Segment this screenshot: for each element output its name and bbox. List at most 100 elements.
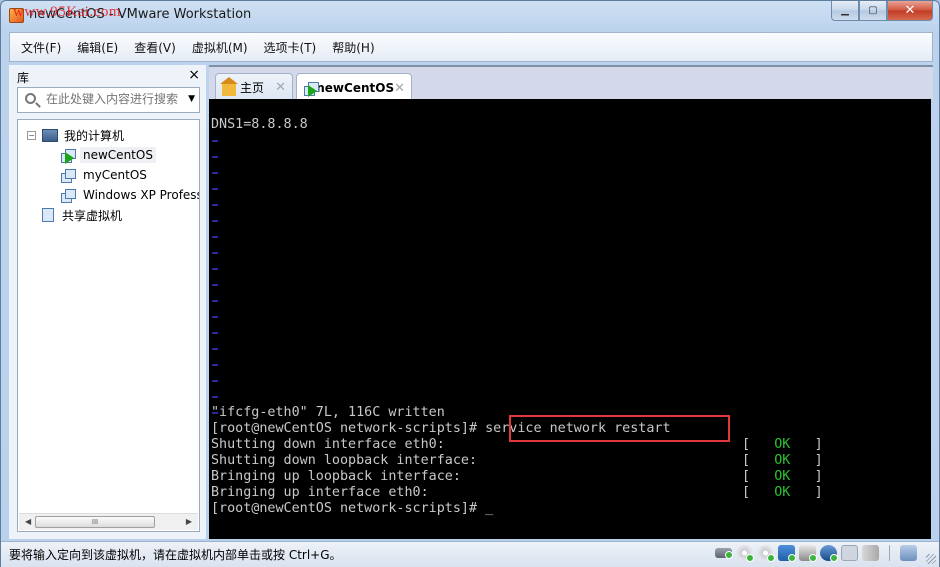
vmware-window: newCentOS - VMware Workstation www.95Kai… — [0, 0, 940, 567]
menu-vm[interactable]: 虚拟机(M) — [184, 39, 256, 56]
menu-tabs[interactable]: 选项卡(T) — [256, 39, 325, 56]
sound-card-icon[interactable] — [820, 545, 838, 562]
console-line: [root@newCentOS network-scripts]# _ — [211, 501, 494, 516]
menu-view[interactable]: 查看(V) — [126, 39, 184, 56]
vi-tilde-marker — [212, 284, 218, 286]
tree-item-shared-vms[interactable]: 共享虚拟机 — [42, 205, 122, 225]
console-line: DNS1=8.8.8.8 — [211, 117, 308, 132]
vm-icon — [60, 168, 76, 183]
vi-tilde-marker — [212, 300, 218, 302]
tab-label: newCentOS — [316, 81, 395, 95]
status-ok: [ OK ] — [742, 485, 823, 500]
divider — [889, 545, 890, 561]
status-ok: [ OK ] — [742, 453, 823, 468]
tab-newcentos[interactable]: newCentOS ✕ — [296, 73, 412, 102]
library-close-icon[interactable]: × — [188, 67, 200, 83]
cd-dvd-icon[interactable] — [736, 545, 754, 562]
camera-icon[interactable] — [841, 545, 858, 561]
minimize-icon: ▁ — [841, 5, 849, 16]
tree-item-windows-xp[interactable]: Windows XP Profess — [60, 185, 200, 205]
home-icon — [220, 76, 238, 96]
message-log-icon[interactable] — [900, 545, 917, 561]
vi-tilde-marker — [212, 396, 218, 398]
title-bar: newCentOS - VMware Workstation www.95Kai… — [1, 1, 939, 29]
vi-tilde-marker — [212, 172, 218, 174]
menu-help[interactable]: 帮助(H) — [324, 39, 382, 56]
collapse-icon[interactable]: − — [27, 130, 36, 140]
vm-tree: − 我的计算机 newCentOS myCentOS Windows XP Pr… — [17, 119, 200, 532]
network-adapter-icon[interactable] — [778, 545, 796, 562]
status-bar: 要将输入定向到该虚拟机，请在虚拟机内部单击或按 Ctrl+G。 — [1, 541, 939, 567]
status-ok: [ OK ] — [742, 469, 823, 484]
console-line: Shutting down loopback interface: — [211, 453, 478, 468]
vi-tilde-marker — [212, 220, 218, 222]
scrollbar-thumb[interactable]: III — [35, 516, 155, 528]
library-title: 库 — [17, 71, 30, 85]
search-icon — [25, 93, 36, 104]
vm-running-icon — [60, 148, 76, 164]
status-ok: [ OK ] — [742, 437, 823, 452]
vi-tilde-marker — [212, 268, 218, 270]
vm-running-icon — [303, 81, 320, 97]
menu-file[interactable]: 文件(F) — [13, 39, 69, 56]
close-button[interactable]: ✕ — [887, 1, 933, 21]
scroll-left-icon[interactable]: ◀ — [25, 517, 31, 526]
maximize-icon: ▢ — [868, 5, 878, 16]
tree-item-label: 共享虚拟机 — [62, 208, 123, 223]
maximize-button[interactable]: ▢ — [859, 1, 887, 21]
vi-tilde-marker — [212, 332, 218, 334]
search-input[interactable] — [46, 92, 181, 106]
console-line: Bringing up loopback interface: — [211, 469, 461, 484]
menu-bar: 文件(F) 编辑(E) 查看(V) 虚拟机(M) 选项卡(T) 帮助(H) — [9, 32, 933, 62]
console-line: Bringing up interface eth0: — [211, 485, 429, 500]
resize-grip-icon[interactable] — [926, 554, 936, 564]
tab-close-icon[interactable]: ✕ — [394, 81, 405, 96]
vi-tilde-marker — [212, 364, 218, 366]
tree-item-label: 我的计算机 — [64, 128, 125, 143]
watermark-text: www.95Kai.com — [13, 4, 122, 20]
printer-icon[interactable] — [799, 545, 817, 562]
computer-icon — [42, 128, 58, 142]
console-line: Shutting down interface eth0: — [211, 437, 445, 452]
search-dropdown-icon[interactable]: ▼ — [188, 94, 195, 104]
library-search[interactable]: ▼ — [17, 87, 200, 113]
vi-tilde-marker — [212, 204, 218, 206]
status-message: 要将输入定向到该虚拟机，请在虚拟机内部单击或按 Ctrl+G。 — [9, 548, 342, 562]
vi-tilde-marker — [212, 140, 218, 142]
play-icon — [65, 152, 74, 164]
tab-label: 主页 — [240, 81, 265, 95]
vi-tilde-marker — [212, 236, 218, 238]
tree-item-my-computer[interactable]: − 我的计算机 — [27, 125, 124, 145]
horizontal-scrollbar[interactable]: ◀ III ▶ — [19, 513, 198, 530]
vm-console[interactable]: DNS1=8.8.8.8 "ifcfg-eth0" 7L, 116C writt… — [209, 99, 931, 539]
vi-tilde-marker — [212, 316, 218, 318]
vi-tilde-marker — [212, 348, 218, 350]
play-icon — [308, 85, 317, 97]
removable-device-icon[interactable] — [862, 545, 879, 561]
library-panel: 库 × ▼ − 我的计算机 newCentOS myCentOS Win — [9, 65, 206, 539]
tree-item-label: myCentOS — [83, 168, 147, 182]
tab-bar: 主页 ✕ newCentOS ✕ — [209, 65, 933, 102]
tree-item-label: newCentOS — [80, 147, 156, 163]
device-icons — [715, 545, 917, 562]
vi-tilde-marker — [212, 380, 218, 382]
window-controls: ▁ ▢ ✕ — [831, 1, 933, 21]
tab-home[interactable]: 主页 ✕ — [215, 73, 293, 101]
console-line: "ifcfg-eth0" 7L, 116C written — [211, 405, 445, 420]
tree-item-newcentos[interactable]: newCentOS — [60, 145, 156, 165]
command-highlight-box — [509, 415, 730, 442]
tree-item-mycentos[interactable]: myCentOS — [60, 165, 147, 185]
scroll-right-icon[interactable]: ▶ — [186, 517, 192, 526]
close-icon: ✕ — [904, 3, 916, 18]
tree-item-label: Windows XP Profess — [83, 188, 200, 202]
shared-vm-icon — [42, 208, 54, 222]
vm-icon — [60, 188, 76, 203]
vi-tilde-marker — [212, 252, 218, 254]
hard-disk-icon[interactable] — [715, 548, 733, 559]
vi-tilde-marker — [212, 156, 218, 158]
vi-tilde-marker — [212, 188, 218, 190]
menu-edit[interactable]: 编辑(E) — [69, 39, 126, 56]
tab-close-icon[interactable]: ✕ — [275, 80, 286, 95]
minimize-button[interactable]: ▁ — [831, 1, 859, 21]
cd-dvd-icon[interactable] — [757, 545, 775, 562]
